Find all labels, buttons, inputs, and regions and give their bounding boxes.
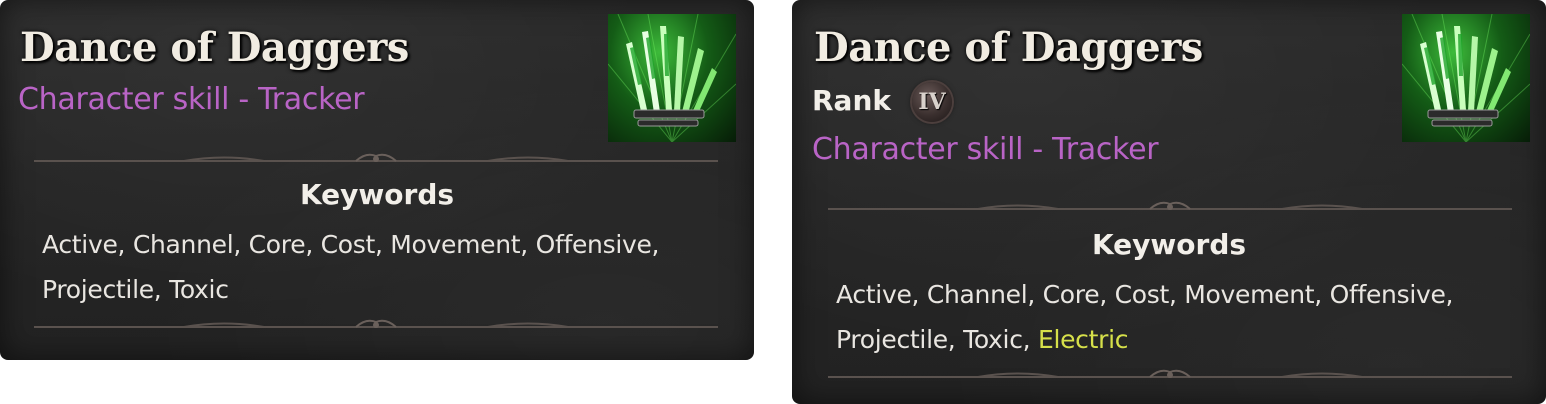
skill-tooltip-card: Dance of Daggers Rank IV Character skill… [792, 0, 1546, 404]
skill-tooltip-card: Dance of Daggers Character skill - Track… [0, 0, 754, 360]
ornate-divider [34, 153, 718, 162]
keywords-line: Projectile, Toxic [42, 275, 229, 304]
keywords-line: Projectile, Toxic, Electric [836, 317, 1453, 362]
rank-badge: IV [912, 82, 952, 122]
keywords-list: Active, Channel, Core, Cost, Movement, O… [836, 272, 1454, 362]
dance-of-daggers-skill-icon [608, 14, 736, 142]
rank-label: Rank [812, 84, 892, 117]
keywords-heading: Keywords [299, 178, 455, 211]
ornate-divider [34, 319, 718, 328]
skill-class-subtitle: Character skill - Tracker [812, 132, 1159, 167]
skill-title: Dance of Daggers [814, 24, 1203, 71]
keywords-list: Active, Channel, Core, Cost, Movement, O… [42, 222, 660, 312]
ornate-divider [828, 201, 1512, 210]
keywords-line: Active, Channel, Core, Cost, Movement, O… [42, 230, 660, 259]
keywords-heading: Keywords [1091, 228, 1247, 261]
dance-of-daggers-skill-icon [1402, 14, 1530, 142]
keywords-line: Active, Channel, Core, Cost, Movement, O… [836, 280, 1454, 309]
keywords-line-part: Projectile, Toxic, [836, 325, 1031, 354]
ornate-divider [828, 369, 1512, 378]
skill-class-subtitle: Character skill - Tracker [18, 82, 365, 117]
electric-keyword: Electric [1037, 325, 1129, 354]
skill-title: Dance of Daggers [20, 24, 409, 71]
